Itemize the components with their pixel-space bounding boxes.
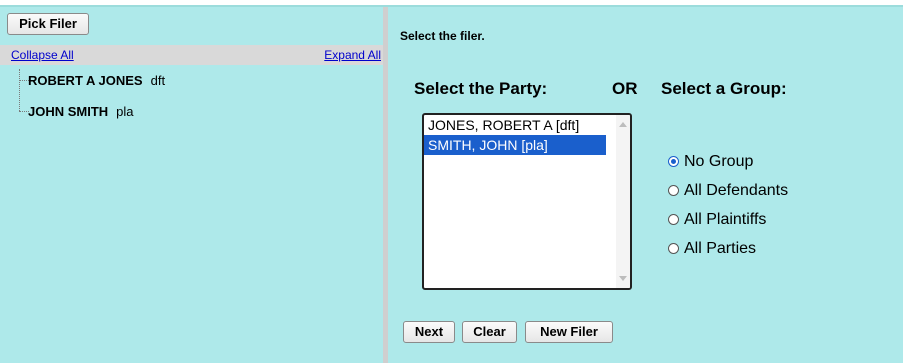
scroll-up-icon[interactable] — [619, 122, 627, 127]
tree-item-role: dft — [150, 73, 166, 88]
scroll-down-icon[interactable] — [619, 276, 627, 281]
tree-item-robert-a-jones[interactable]: ROBERT A JONES dft — [28, 73, 165, 88]
radio-button[interactable] — [668, 214, 679, 225]
radio-button-checked[interactable] — [668, 156, 679, 167]
party-option[interactable]: JONES, ROBERT A [dft] — [424, 115, 630, 135]
listbox-scrollbar[interactable] — [616, 115, 630, 288]
radio-button[interactable] — [668, 243, 679, 254]
new-filer-button[interactable]: New Filer — [525, 321, 613, 343]
tree-toolbar: Collapse All Expand All — [0, 45, 383, 65]
party-option-selected[interactable]: SMITH, JOHN [pla] — [424, 135, 606, 155]
group-header: Select a Group: — [661, 79, 787, 98]
radio-label: All Parties — [684, 239, 757, 257]
radio-label: No Group — [684, 152, 754, 170]
radio-all-plaintiffs[interactable]: All Plaintiffs — [668, 205, 788, 234]
radio-label: All Defendants — [684, 181, 789, 199]
instruction-text: Select the filer. — [400, 29, 485, 43]
tree-connector — [19, 69, 20, 111]
collapse-all-link[interactable]: Collapse All — [11, 48, 74, 62]
tree-item-john-smith[interactable]: JOHN SMITH pla — [28, 104, 134, 119]
tree-item-name: JOHN SMITH — [28, 104, 109, 119]
radio-no-group[interactable]: No Group — [668, 147, 788, 176]
tree-item-name: ROBERT A JONES — [28, 73, 143, 88]
tree-item-role: pla — [116, 104, 134, 119]
clear-button[interactable]: Clear — [462, 321, 517, 343]
radio-button[interactable] — [668, 185, 679, 196]
radio-label: All Plaintiffs — [684, 210, 767, 228]
radio-all-defendants[interactable]: All Defendants — [668, 176, 788, 205]
top-border — [0, 0, 903, 7]
party-header: Select the Party: — [414, 79, 548, 98]
pick-filer-button[interactable]: Pick Filer — [7, 13, 89, 35]
party-listbox[interactable]: JONES, ROBERT A [dft] SMITH, JOHN [pla] — [422, 113, 632, 290]
filer-selection-panel: Select the filer. Select the Party: OR S… — [388, 7, 903, 363]
group-radio-list: No Group All Defendants All Plaintiffs A… — [668, 147, 788, 263]
filer-tree-panel: Pick Filer Collapse All Expand All ROBER… — [0, 7, 383, 363]
expand-all-link[interactable]: Expand All — [324, 48, 381, 62]
or-label: OR — [612, 79, 638, 98]
radio-all-parties[interactable]: All Parties — [668, 234, 788, 263]
next-button[interactable]: Next — [403, 321, 455, 343]
